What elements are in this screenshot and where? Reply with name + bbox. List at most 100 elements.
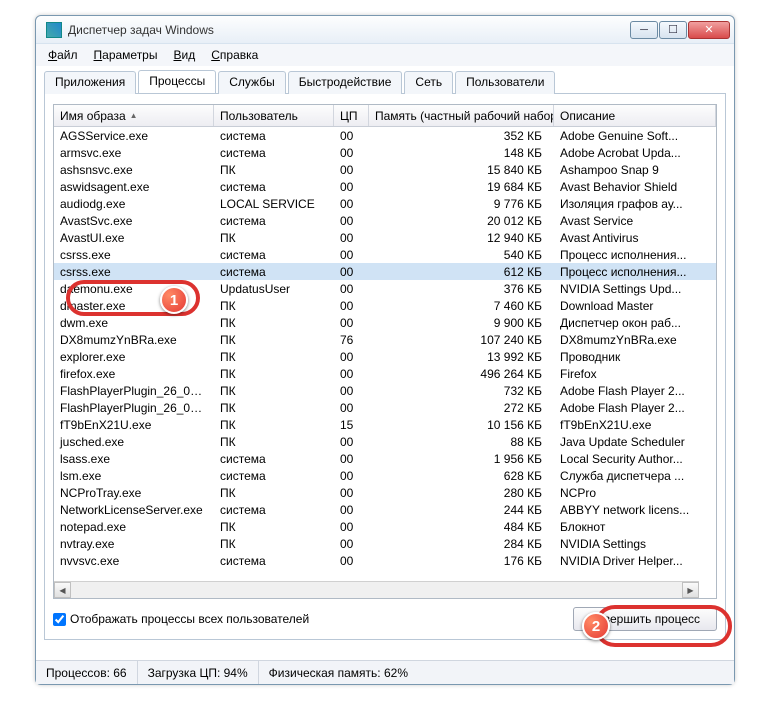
cell-user: ПК [214,231,334,245]
cell-desc: Adobe Flash Player 2... [554,401,716,415]
table-row[interactable]: dwm.exeПК009 900 КБДиспетчер окон раб... [54,314,716,331]
col-image[interactable]: Имя образа▲ [54,105,214,126]
table-row[interactable]: csrss.exeсистема00540 КБПроцесс исполнен… [54,246,716,263]
cell-cpu: 00 [334,384,369,398]
cell-mem: 1 956 КБ [369,452,554,466]
cell-user: ПК [214,367,334,381]
table-row[interactable]: fT9bEnX21U.exeПК1510 156 КБfT9bEnX21U.ex… [54,416,716,433]
table-row[interactable]: lsm.exeсистема00628 КБСлужба диспетчера … [54,467,716,484]
listview-header: Имя образа▲ Пользователь ЦП Память (част… [54,105,716,127]
listview-body[interactable]: AGSService.exeсистема00352 КБAdobe Genui… [54,127,716,582]
cell-user: ПК [214,316,334,330]
cell-user: система [214,265,334,279]
table-row[interactable]: explorer.exeПК0013 992 КБПроводник [54,348,716,365]
table-row[interactable]: FlashPlayerPlugin_26_0_0_1...ПК00272 КБA… [54,399,716,416]
table-row[interactable]: armsvc.exeсистема00148 КБAdobe Acrobat U… [54,144,716,161]
scroll-left-icon[interactable]: ◀ [54,582,71,598]
cell-desc: Диспетчер окон раб... [554,316,716,330]
cell-mem: 148 КБ [369,146,554,160]
table-row[interactable]: daemonu.exeUpdatusUser00376 КБNVIDIA Set… [54,280,716,297]
menu-file[interactable]: Файл [48,48,78,62]
tab-Службы[interactable]: Службы [218,71,285,94]
tab-Приложения[interactable]: Приложения [44,71,136,94]
cell-desc: Download Master [554,299,716,313]
table-row[interactable]: lsass.exeсистема001 956 КБLocal Security… [54,450,716,467]
cell-user: ПК [214,384,334,398]
process-listview[interactable]: Имя образа▲ Пользователь ЦП Память (част… [53,104,717,599]
scroll-right-icon[interactable]: ▶ [682,582,699,598]
table-row[interactable]: csrss.exeсистема00612 КБПроцесс исполнен… [54,263,716,280]
table-row[interactable]: nvtray.exeПК00284 КБNVIDIA Settings [54,535,716,552]
col-description[interactable]: Описание [554,105,716,126]
cell-image: explorer.exe [54,350,214,364]
cell-user: система [214,214,334,228]
table-row[interactable]: nvvsvc.exeсистема00176 КБNVIDIA Driver H… [54,552,716,569]
window-title: Диспетчер задач Windows [68,23,629,37]
table-row[interactable]: NCProTray.exeПК00280 КБNCPro [54,484,716,501]
cell-image: nvtray.exe [54,537,214,551]
cell-mem: 107 240 КБ [369,333,554,347]
col-memory[interactable]: Память (частный рабочий набор) [369,105,554,126]
table-row[interactable]: AvastUI.exeПК0012 940 КБAvast Antivirus [54,229,716,246]
tab-Сеть[interactable]: Сеть [404,71,453,94]
menu-view[interactable]: Вид [173,48,195,62]
minimize-button[interactable]: ─ [630,21,658,39]
tab-Пользователи[interactable]: Пользователи [455,71,555,94]
checkbox-input[interactable] [53,613,66,626]
table-row[interactable]: dmaster.exeПК007 460 КБDownload Master [54,297,716,314]
table-row[interactable]: ashsnsvc.exeПК0015 840 КБAshampoo Snap 9 [54,161,716,178]
tab-Быстродействие[interactable]: Быстродействие [288,71,403,94]
cell-image: dwm.exe [54,316,214,330]
status-processes: Процессов: 66 [36,661,138,684]
cell-cpu: 00 [334,146,369,160]
cell-image: audiodg.exe [54,197,214,211]
close-button[interactable]: ✕ [688,21,730,39]
cell-image: AGSService.exe [54,129,214,143]
table-row[interactable]: NetworkLicenseServer.exeсистема00244 КБA… [54,501,716,518]
cell-desc: NVIDIA Settings [554,537,716,551]
cell-mem: 13 992 КБ [369,350,554,364]
checkbox-label: Отображать процессы всех пользователей [70,612,309,626]
cell-image: jusched.exe [54,435,214,449]
horizontal-scrollbar[interactable]: ◀ ▶ [54,581,699,598]
table-row[interactable]: aswidsagent.exeсистема0019 684 КБAvast B… [54,178,716,195]
cell-cpu: 00 [334,214,369,228]
cell-mem: 10 156 КБ [369,418,554,432]
scroll-track[interactable] [71,582,682,598]
tab-Процессы[interactable]: Процессы [138,70,216,93]
cell-image: DX8mumzYnBRa.exe [54,333,214,347]
cell-mem: 732 КБ [369,384,554,398]
table-row[interactable]: notepad.exeПК00484 КББлокнот [54,518,716,535]
table-row[interactable]: jusched.exeПК0088 КБJava Update Schedule… [54,433,716,450]
table-row[interactable]: FlashPlayerPlugin_26_0_0_1...ПК00732 КБA… [54,382,716,399]
col-cpu[interactable]: ЦП [334,105,369,126]
table-row[interactable]: AGSService.exeсистема00352 КБAdobe Genui… [54,127,716,144]
cell-image: AvastUI.exe [54,231,214,245]
cell-image: lsass.exe [54,452,214,466]
cell-mem: 628 КБ [369,469,554,483]
cell-mem: 7 460 КБ [369,299,554,313]
maximize-button[interactable]: ☐ [659,21,687,39]
cell-user: ПК [214,299,334,313]
table-row[interactable]: AvastSvc.exeсистема0020 012 КБAvast Serv… [54,212,716,229]
end-process-button[interactable]: Завершить процесс [573,607,717,631]
cell-mem: 540 КБ [369,248,554,262]
menu-options[interactable]: Параметры [94,48,158,62]
cell-mem: 612 КБ [369,265,554,279]
menu-help[interactable]: Справка [211,48,258,62]
col-user[interactable]: Пользователь [214,105,334,126]
table-row[interactable]: DX8mumzYnBRa.exeПК76107 240 КБDX8mumzYnB… [54,331,716,348]
table-row[interactable]: audiodg.exeLOCAL SERVICE009 776 КБИзоляц… [54,195,716,212]
cell-desc: Изоляция графов ау... [554,197,716,211]
tab-strip: ПриложенияПроцессыСлужбыБыстродействиеСе… [44,70,726,94]
cell-cpu: 00 [334,180,369,194]
cell-image: notepad.exe [54,520,214,534]
cell-desc: Adobe Flash Player 2... [554,384,716,398]
menubar: Файл Параметры Вид Справка [36,44,734,66]
cell-cpu: 76 [334,333,369,347]
table-row[interactable]: firefox.exeПК00496 264 КБFirefox [54,365,716,382]
cell-mem: 352 КБ [369,129,554,143]
titlebar[interactable]: Диспетчер задач Windows ─ ☐ ✕ [36,16,734,44]
show-all-users-checkbox[interactable]: Отображать процессы всех пользователей [53,612,309,626]
cell-user: система [214,248,334,262]
